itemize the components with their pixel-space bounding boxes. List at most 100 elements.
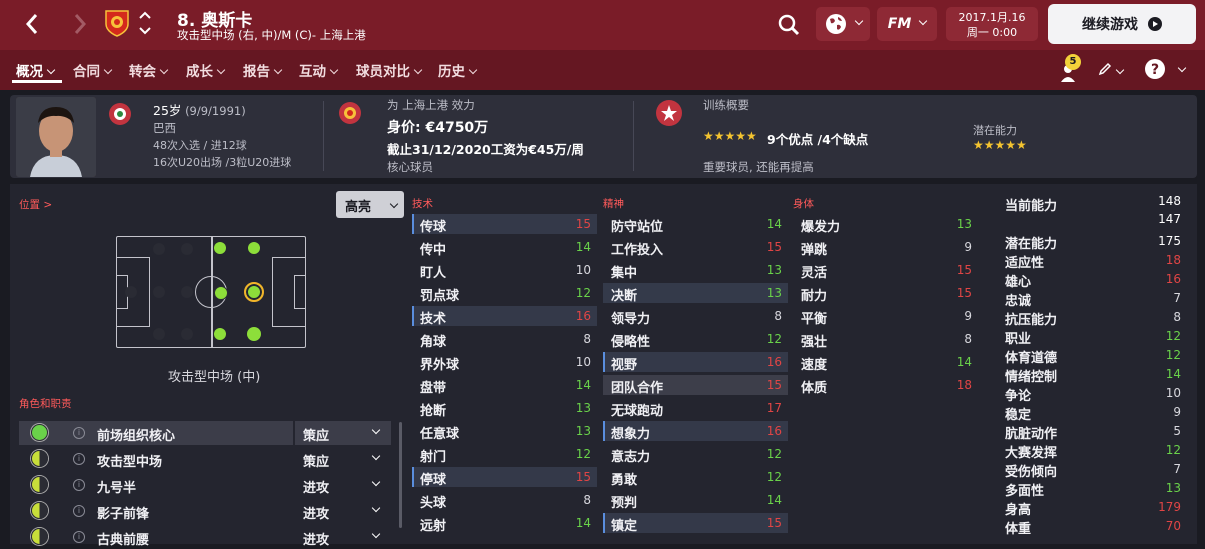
hidden-attribute-row[interactable]: 多面性 13 (1005, 480, 1181, 499)
attribute-row[interactable]: 耐力 15 (793, 283, 978, 304)
duty-select[interactable]: 进攻 (295, 473, 391, 497)
role-row[interactable]: i 九号半 进攻 (19, 473, 392, 497)
info-icon[interactable]: i (73, 479, 85, 491)
attribute-row[interactable]: 盘带 14 (412, 375, 597, 396)
hidden-attribute-row[interactable]: 体重 70 (1005, 518, 1181, 537)
hidden-attribute-row[interactable]: 职业 12 (1005, 328, 1181, 347)
attribute-row[interactable]: 射门 12 (412, 444, 597, 465)
role-cell[interactable]: i 九号半 (19, 473, 293, 497)
hidden-attribute-row[interactable]: 情绪控制 14 (1005, 366, 1181, 385)
back-button[interactable] (14, 6, 50, 42)
info-icon[interactable]: i (73, 427, 85, 439)
attribute-row[interactable]: 远射 14 (412, 513, 597, 534)
forward-button[interactable] (62, 6, 98, 42)
role-row[interactable]: i 古典前腰 进攻 (19, 525, 392, 549)
attribute-row[interactable]: 任意球 13 (412, 421, 597, 442)
attribute-row[interactable]: 罚点球 12 (412, 283, 597, 304)
attribute-row[interactable]: 镇定 15 (603, 513, 788, 534)
tab-interaction[interactable]: 互动 (299, 60, 339, 80)
attribute-row[interactable]: 意志力 12 (603, 444, 788, 465)
fm-menu-button[interactable]: FM (877, 7, 937, 41)
attribute-row[interactable]: 无球跑动 17 (603, 398, 788, 419)
info-icon[interactable]: i (73, 531, 85, 543)
attribute-row[interactable]: 团队合作 15 (603, 375, 788, 396)
attribute-row[interactable]: 勇敢 12 (603, 467, 788, 488)
duty-select[interactable]: 进攻 (295, 499, 391, 523)
help-menu-button[interactable]: ? (1144, 58, 1188, 82)
role-cell[interactable]: i 古典前腰 (19, 525, 293, 549)
tab-history[interactable]: 历史 (438, 60, 478, 80)
tab-reports[interactable]: 报告 (243, 60, 283, 80)
attribute-row[interactable]: 侵略性 12 (603, 329, 788, 350)
position-dot (214, 242, 226, 254)
attribute-row[interactable]: 角球 8 (412, 329, 597, 350)
attribute-row[interactable]: 速度 14 (793, 352, 978, 373)
attribute-row[interactable]: 领导力 8 (603, 306, 788, 327)
hidden-attribute-row[interactable]: 稳定 9 (1005, 404, 1181, 423)
info-icon[interactable]: i (73, 505, 85, 517)
attribute-row[interactable]: 想象力 16 (603, 421, 788, 442)
hidden-attribute-row[interactable]: 忠诚 7 (1005, 290, 1181, 309)
highlight-select[interactable]: 高亮 (336, 191, 404, 218)
hidden-attribute-row[interactable]: 体育道德 12 (1005, 347, 1181, 366)
attribute-row[interactable]: 集中 13 (603, 260, 788, 281)
hidden-attribute-row[interactable]: 肮脏动作 5 (1005, 423, 1181, 442)
duty-select[interactable]: 进攻 (295, 525, 391, 549)
tab-comparison[interactable]: 球员对比 (356, 60, 423, 80)
attribute-row[interactable]: 灵活 15 (793, 260, 978, 281)
attribute-row[interactable]: 平衡 9 (793, 306, 978, 327)
hidden-attribute-row[interactable]: 潜在能力 175 (1005, 233, 1181, 252)
roles-scrollbar[interactable] (399, 422, 402, 528)
tab-contract[interactable]: 合同 (73, 60, 113, 80)
attribute-row[interactable]: 决断 13 (603, 283, 788, 304)
world-menu-button[interactable] (816, 7, 870, 41)
attribute-row[interactable]: 界外球 10 (412, 352, 597, 373)
attribute-row[interactable]: 防守站位 14 (603, 214, 788, 235)
info-icon[interactable]: i (73, 453, 85, 465)
edit-menu-button[interactable] (1098, 60, 1126, 80)
search-button[interactable] (774, 10, 804, 40)
hidden-attribute-row[interactable]: 受伤倾向 7 (1005, 461, 1181, 480)
attribute-row[interactable]: 头球 8 (412, 490, 597, 511)
club-line[interactable]: 为 上海上港 效力 (387, 97, 475, 113)
duty-select[interactable]: 策应 (295, 447, 391, 471)
attribute-row[interactable]: 预判 14 (603, 490, 788, 511)
role-row[interactable]: i 影子前锋 进攻 (19, 499, 392, 523)
tab-overview[interactable]: 概况 (16, 60, 56, 80)
tab-transfer[interactable]: 转会 (129, 60, 169, 80)
duty-select[interactable]: 策应 (295, 421, 391, 445)
attribute-row[interactable]: 强壮 8 (793, 329, 978, 350)
role-row[interactable]: i 前场组织核心 策应 (19, 421, 392, 445)
attribute-row[interactable]: 抢断 13 (412, 398, 597, 419)
role-cell[interactable]: i 攻击型中场 (19, 447, 293, 471)
attribute-row[interactable]: 传球 15 (412, 214, 597, 235)
hidden-attribute-row[interactable]: 雄心 16 (1005, 271, 1181, 290)
attribute-row[interactable]: 停球 15 (412, 467, 597, 488)
tab-development[interactable]: 成长 (186, 60, 226, 80)
position-link[interactable]: 位置 > (19, 197, 52, 212)
player-switch-arrows[interactable] (138, 8, 152, 40)
training-summary[interactable]: 9个优点 /4个缺点 (767, 129, 868, 148)
attribute-row[interactable]: 盯人 10 (412, 260, 597, 281)
club-badge-icon[interactable] (104, 8, 130, 38)
attribute-row[interactable]: 弹跳 9 (793, 237, 978, 258)
attribute-row[interactable]: 视野 16 (603, 352, 788, 373)
chevron-down-icon (159, 65, 169, 75)
continue-game-button[interactable]: 继续游戏 (1048, 4, 1196, 44)
attribute-row[interactable]: 体质 18 (793, 375, 978, 396)
player-actions-button[interactable]: 5 (1055, 54, 1085, 84)
hidden-attribute-row[interactable]: 大赛发挥 12 (1005, 442, 1181, 461)
role-cell[interactable]: i 影子前锋 (19, 499, 293, 523)
role-row[interactable]: i 攻击型中场 策应 (19, 447, 392, 471)
hidden-attribute-row[interactable]: 身高 179 (1005, 499, 1181, 518)
attribute-row[interactable]: 工作投入 15 (603, 237, 788, 258)
attribute-row[interactable]: 爆发力 13 (793, 214, 978, 235)
role-cell[interactable]: i 前场组织核心 (19, 421, 293, 445)
chevron-down-icon (371, 503, 381, 513)
attribute-row[interactable]: 传中 14 (412, 237, 597, 258)
hidden-attribute-row[interactable]: 争论 10 (1005, 385, 1181, 404)
hidden-attribute-row[interactable]: 适应性 18 (1005, 252, 1181, 271)
attribute-row[interactable]: 技术 16 (412, 306, 597, 327)
hidden-attribute-row[interactable]: 抗压能力 8 (1005, 309, 1181, 328)
attribute-name: 无球跑动 (611, 404, 664, 419)
